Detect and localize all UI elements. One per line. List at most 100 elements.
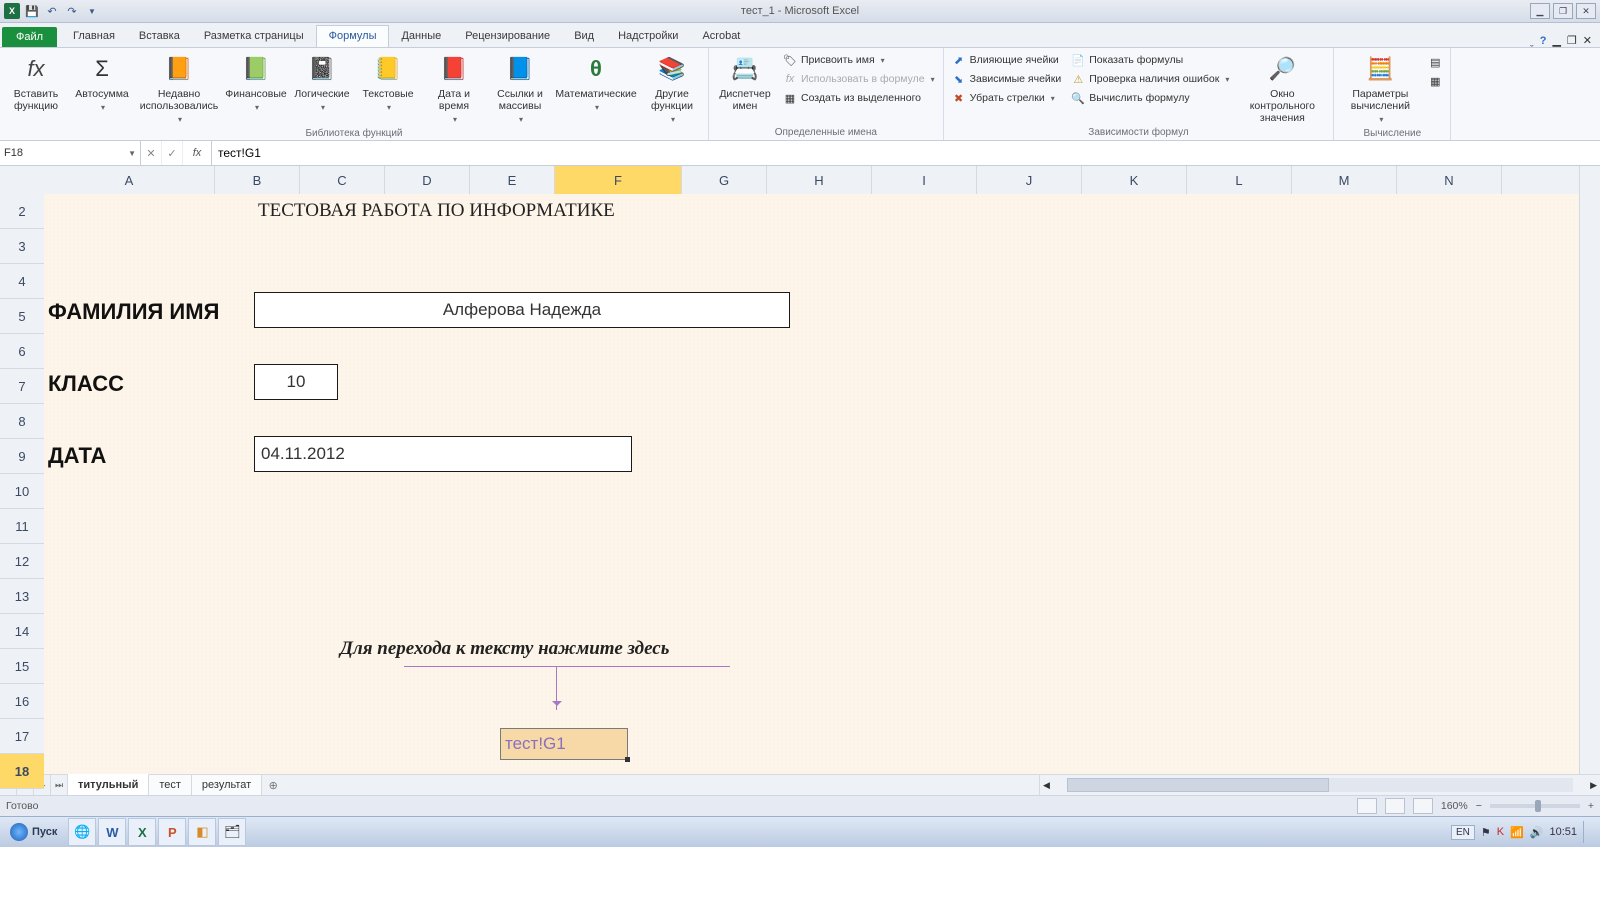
watch-window-button[interactable]: 🔎 Окно контрольного значения [1237,50,1327,124]
restore-button[interactable]: ❐ [1553,3,1573,19]
save-icon[interactable]: 💾 [24,3,40,19]
col-header-N[interactable]: N [1397,166,1502,194]
logical-button[interactable]: 📓 Логические [292,50,352,114]
row-header-2[interactable]: 2 [0,194,44,229]
name-box-dropdown-icon[interactable]: ▼ [128,149,136,158]
tab-file[interactable]: Файл [2,27,57,47]
row-header-10[interactable]: 10 [0,474,44,509]
tab-page-layout[interactable]: Разметка страницы [192,26,316,47]
row-header-14[interactable]: 14 [0,614,44,649]
evaluate-formula-button[interactable]: 🔍Вычислить формулу [1069,90,1231,106]
language-indicator[interactable]: EN [1451,825,1475,840]
horizontal-scrollbar[interactable]: ◀ ▶ [1039,775,1600,795]
tab-review[interactable]: Рецензирование [453,26,562,47]
formula-input[interactable] [212,141,1600,165]
window-close-icon[interactable]: ✕ [1583,34,1592,47]
col-header-E[interactable]: E [470,166,555,194]
tray-kaspersky-icon[interactable]: K [1497,826,1504,838]
trace-precedents-button[interactable]: ⬈Влияющие ячейки [950,52,1064,68]
lookup-button[interactable]: 📘 Ссылки и массивы [490,50,550,126]
tab-insert[interactable]: Вставка [127,26,192,47]
calc-sheet-button[interactable]: ▦ [1426,73,1444,89]
select-all-corner[interactable] [0,166,45,195]
zoom-in-button[interactable]: + [1588,800,1594,812]
cancel-icon[interactable]: ✕ [141,141,162,165]
row-header-4[interactable]: 4 [0,264,44,299]
tray-flag-icon[interactable]: ⚑ [1481,826,1491,839]
taskbar-excel-icon[interactable]: X [128,818,156,846]
vertical-scrollbar[interactable] [1579,166,1600,774]
taskbar-word-icon[interactable]: W [98,818,126,846]
view-pagebreak-button[interactable] [1413,798,1433,814]
input-fullname[interactable]: Алферова Надежда [254,292,790,328]
col-header-G[interactable]: G [682,166,767,194]
cells-canvas[interactable]: ТЕСТОВАЯ РАБОТА ПО ИНФОРМАТИКЕ ФАМИЛИЯ И… [44,194,1580,774]
col-header-M[interactable]: M [1292,166,1397,194]
row-header-12[interactable]: 12 [0,544,44,579]
recently-used-button[interactable]: 📙 Недавно использовались [138,50,220,126]
tray-clock[interactable]: 10:51 [1549,826,1577,838]
col-header-I[interactable]: I [872,166,977,194]
col-header-J[interactable]: J [977,166,1082,194]
math-button[interactable]: θ Математические [556,50,636,114]
row-header-18[interactable]: 18 [0,754,44,789]
sheet-tab-title[interactable]: титульный [68,774,149,795]
row-header-5[interactable]: 5 [0,299,44,334]
show-formulas-button[interactable]: 📄Показать формулы [1069,52,1231,68]
hyperlink-cell[interactable]: тест!G1 [500,728,628,760]
taskbar-chrome-icon[interactable]: 🌐 [68,818,96,846]
financial-button[interactable]: 📗 Финансовые [226,50,286,114]
tab-home[interactable]: Главная [61,26,127,47]
minimize-ribbon-icon[interactable]: ˬ [1530,35,1534,47]
undo-icon[interactable]: ↶ [44,3,60,19]
enter-icon[interactable]: ✓ [162,141,183,165]
window-min-icon[interactable]: ▁ [1552,34,1560,47]
col-header-L[interactable]: L [1187,166,1292,194]
row-header-13[interactable]: 13 [0,579,44,614]
new-sheet-button[interactable]: ⊕ [262,775,284,795]
sheet-tab-test[interactable]: тест [149,775,192,795]
view-layout-button[interactable] [1385,798,1405,814]
zoom-out-button[interactable]: − [1476,800,1482,812]
autosum-button[interactable]: Σ Автосумма [72,50,132,114]
taskbar-explorer-icon[interactable]: 🗂 [218,818,246,846]
calc-options-button[interactable]: 🧮 Параметры вычислений [1340,50,1420,126]
row-header-11[interactable]: 11 [0,509,44,544]
col-header-A[interactable]: A [44,166,215,194]
insert-function-button[interactable]: fx Вставить функцию [6,50,66,112]
qat-dropdown-icon[interactable]: ▼ [84,3,100,19]
input-date[interactable]: 04.11.2012 [254,436,632,472]
tab-acrobat[interactable]: Acrobat [690,26,752,47]
insert-fx-icon[interactable]: fx [183,141,212,165]
row-header-7[interactable]: 7 [0,369,44,404]
define-name-button[interactable]: 🏷Присвоить имя [781,52,937,68]
zoom-slider[interactable] [1490,804,1580,808]
tab-view[interactable]: Вид [562,26,606,47]
col-header-D[interactable]: D [385,166,470,194]
use-in-formula-button[interactable]: fxИспользовать в формуле [781,71,937,87]
taskbar-powerpoint-icon[interactable]: P [158,818,186,846]
help-icon[interactable]: ? [1540,35,1547,47]
trace-dependents-button[interactable]: ⬊Зависимые ячейки [950,71,1064,87]
row-header-8[interactable]: 8 [0,404,44,439]
window-restore-icon[interactable]: ❐ [1567,34,1577,47]
start-button[interactable]: Пуск [0,817,67,847]
sheet-nav-last-icon[interactable]: ⏭ [51,775,68,795]
col-header-H[interactable]: H [767,166,872,194]
datetime-button[interactable]: 📕 Дата и время [424,50,484,126]
create-from-selection-button[interactable]: ▦Создать из выделенного [781,90,937,106]
col-header-B[interactable]: B [215,166,300,194]
redo-icon[interactable]: ↷ [64,3,80,19]
col-header-K[interactable]: K [1082,166,1187,194]
row-header-17[interactable]: 17 [0,719,44,754]
sheet-tab-result[interactable]: результат [192,775,262,795]
taskbar-app-icon[interactable]: ◧ [188,818,216,846]
col-header-C[interactable]: C [300,166,385,194]
name-manager-button[interactable]: 📇 Диспетчер имен [715,50,775,112]
text-button[interactable]: 📒 Текстовые [358,50,418,114]
row-header-6[interactable]: 6 [0,334,44,369]
calc-now-button[interactable]: ▤ [1426,54,1444,70]
tray-volume-icon[interactable]: 🔊 [1530,826,1544,839]
close-button[interactable]: ✕ [1576,3,1596,19]
tab-addins[interactable]: Надстройки [606,26,690,47]
